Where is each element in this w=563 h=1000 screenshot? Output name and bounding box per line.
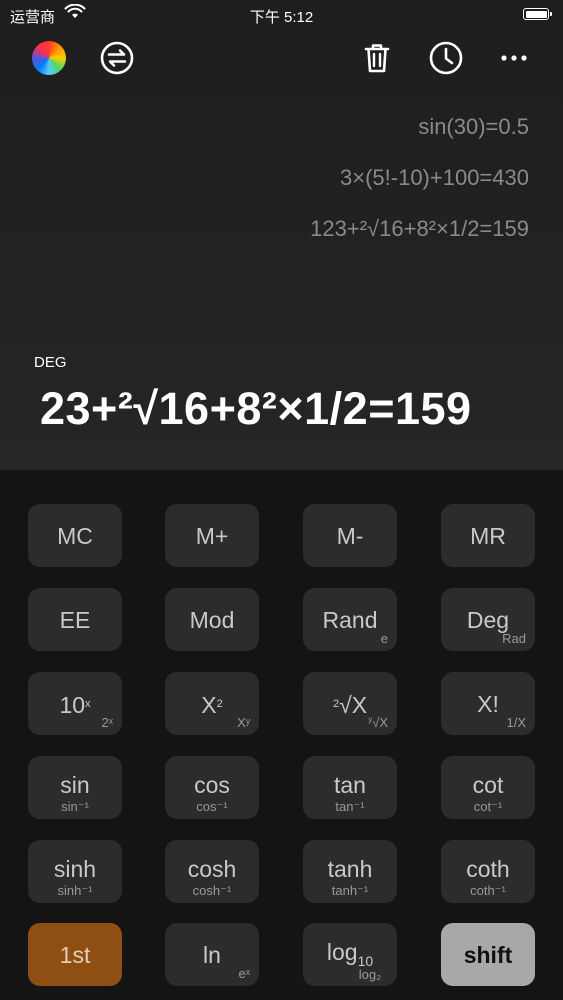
- key-sublabel: 2ˣ: [101, 715, 114, 730]
- key-sublabel: e: [380, 631, 388, 646]
- m-plus-key[interactable]: M+: [165, 504, 259, 567]
- coth-key[interactable]: coth coth⁻¹: [441, 840, 535, 903]
- mc-key[interactable]: MC: [28, 504, 122, 567]
- key-label: X2: [201, 692, 223, 718]
- key-label: cos: [194, 772, 230, 798]
- ee-key[interactable]: EE: [28, 588, 122, 651]
- key-label: MR: [470, 523, 506, 549]
- key-sublabel: cot⁻¹: [473, 799, 503, 814]
- status-bar: 运营商 下午 5:12: [0, 0, 563, 30]
- key-label: Mod: [189, 607, 235, 633]
- key-sublabel: sinh⁻¹: [57, 883, 93, 898]
- key-sublabel: y√X: [368, 715, 388, 730]
- history-item[interactable]: sin(30)=0.5: [310, 112, 529, 163]
- key-label: sinh: [53, 856, 97, 882]
- main-expression: 23+²√16+8²×1/2=159: [40, 383, 472, 434]
- rand-key[interactable]: Rand e: [303, 588, 397, 651]
- key-label: M+: [195, 523, 229, 549]
- cot-key[interactable]: cot cot⁻¹: [441, 756, 535, 819]
- history-item[interactable]: 3×(5!-10)+100=430: [310, 163, 529, 214]
- key-label: cot: [472, 772, 504, 798]
- key-label: EE: [59, 607, 91, 633]
- key-label: 1st: [59, 942, 91, 968]
- square-root-key[interactable]: 2√X y√X: [303, 672, 397, 735]
- key-sublabel: cosh⁻¹: [192, 883, 232, 898]
- key-label: tanh: [327, 856, 373, 882]
- angle-mode-label: DEG: [34, 354, 67, 371]
- m-minus-key[interactable]: M-: [303, 504, 397, 567]
- key-label: tan: [334, 772, 366, 798]
- tanh-key[interactable]: tanh tanh⁻¹: [303, 840, 397, 903]
- key-label: ln: [203, 942, 221, 968]
- battery-icon: [523, 8, 552, 20]
- log-key[interactable]: log10 log₂: [303, 923, 397, 986]
- deg-key[interactable]: Deg Rad: [441, 588, 535, 651]
- key-sublabel: tan⁻¹: [335, 799, 365, 814]
- sinh-key[interactable]: sinh sinh⁻¹: [28, 840, 122, 903]
- key-label: sin: [60, 772, 90, 798]
- cos-key[interactable]: cos cos⁻¹: [165, 756, 259, 819]
- key-sublabel: coth⁻¹: [470, 883, 506, 898]
- key-label: shift: [463, 942, 513, 968]
- key-label: Rand: [322, 607, 378, 633]
- color-wheel-icon[interactable]: [32, 41, 66, 75]
- mod-key[interactable]: Mod: [165, 588, 259, 651]
- key-label: cosh: [187, 856, 237, 882]
- swap-icon[interactable]: [97, 38, 137, 78]
- clock-label: 下午 5:12: [249, 9, 314, 26]
- ln-key[interactable]: ln eˣ: [165, 923, 259, 986]
- key-sublabel: cos⁻¹: [196, 799, 228, 814]
- square-key[interactable]: X2 Xʸ: [165, 672, 259, 735]
- key-sublabel: 1/X: [506, 715, 526, 730]
- key-label: 10x: [59, 692, 91, 718]
- tan-key[interactable]: tan tan⁻¹: [303, 756, 397, 819]
- key-label: Deg: [466, 607, 510, 633]
- key-label: M-: [336, 523, 364, 549]
- key-sublabel: tanh⁻¹: [331, 883, 369, 898]
- key-label: MC: [57, 523, 93, 549]
- history-list: sin(30)=0.5 3×(5!-10)+100=430 123+²√16+8…: [310, 112, 529, 265]
- key-label: 2√X: [332, 692, 368, 718]
- key-sublabel: eˣ: [238, 966, 251, 981]
- ten-power-key[interactable]: 10x 2ˣ: [28, 672, 122, 735]
- key-sublabel: Rad: [502, 631, 526, 646]
- key-sublabel: Xʸ: [237, 715, 250, 730]
- mr-key[interactable]: MR: [441, 504, 535, 567]
- trash-icon[interactable]: [357, 38, 397, 78]
- key-sublabel: sin⁻¹: [61, 799, 89, 814]
- key-sublabel: log₂: [358, 967, 382, 982]
- history-item[interactable]: 123+²√16+8²×1/2=159: [310, 214, 529, 265]
- first-key[interactable]: 1st: [28, 923, 122, 986]
- shift-key[interactable]: shift: [441, 923, 535, 986]
- sin-key[interactable]: sin sin⁻¹: [28, 756, 122, 819]
- more-icon[interactable]: [494, 38, 534, 78]
- cosh-key[interactable]: cosh cosh⁻¹: [165, 840, 259, 903]
- key-label: X!: [477, 691, 499, 717]
- key-label: coth: [466, 856, 510, 882]
- factorial-key[interactable]: X! 1/X: [441, 672, 535, 735]
- history-icon[interactable]: [426, 38, 466, 78]
